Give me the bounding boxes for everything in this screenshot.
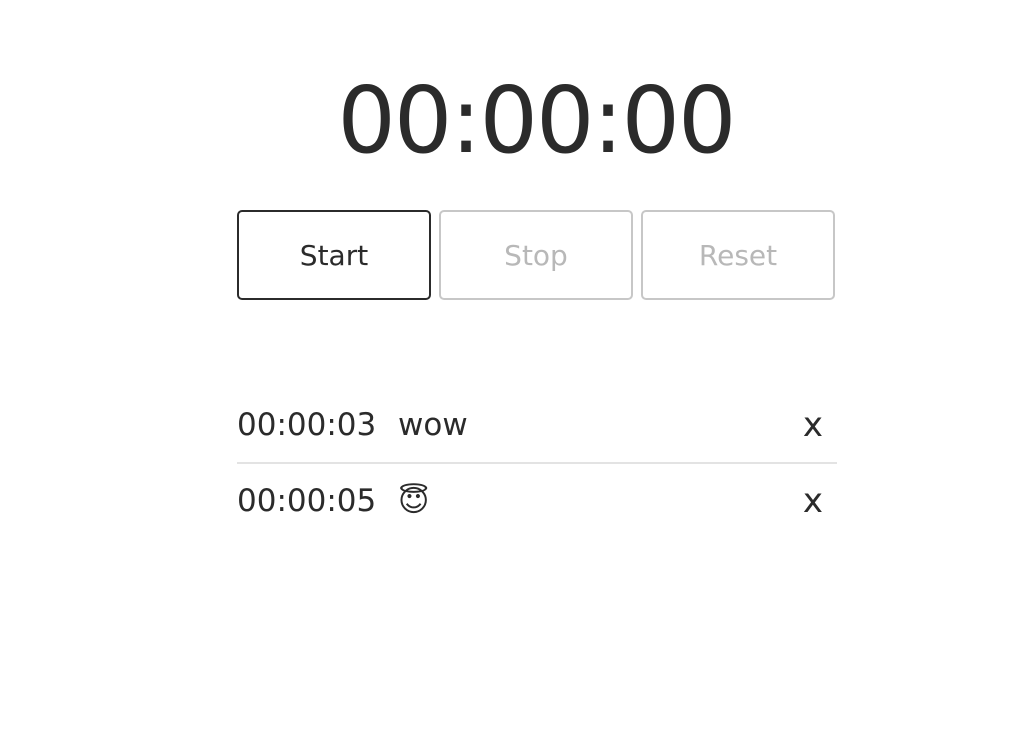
stop-button[interactable]: Stop (439, 210, 633, 300)
stopwatch-app: 00:00:00 Start Stop Reset 00:00:03 wow x… (0, 0, 1020, 749)
timer-controls: Start Stop Reset (237, 210, 835, 300)
lap-note: wow (398, 407, 468, 443)
lap-time: 00:00:05 (237, 483, 377, 519)
reset-button[interactable]: Reset (641, 210, 835, 300)
start-button[interactable]: Start (237, 210, 431, 300)
lap-list: 00:00:03 wow x 00:00:05 😇 x (237, 388, 837, 538)
delete-lap-button[interactable]: x (803, 481, 823, 521)
lap-note: 😇 (398, 483, 430, 519)
list-item: 00:00:03 wow x (237, 388, 837, 464)
lap-time: 00:00:03 (237, 407, 377, 443)
delete-lap-button[interactable]: x (803, 405, 823, 445)
list-item: 00:00:05 😇 x (237, 464, 837, 538)
timer-display: 00:00:00 (337, 67, 736, 174)
